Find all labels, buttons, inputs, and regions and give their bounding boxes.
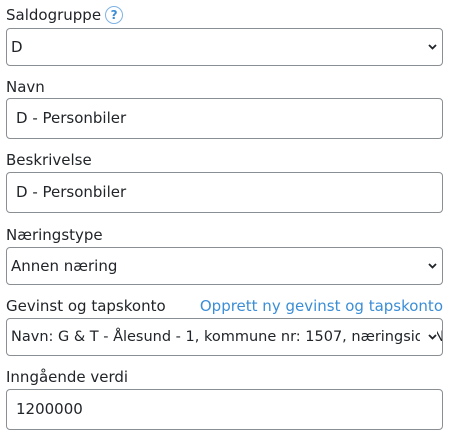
saldogruppe-label-text: Saldogruppe [6, 6, 102, 24]
naeringstype-label: Næringstype [6, 226, 103, 244]
help-icon[interactable]: ? [105, 6, 124, 24]
navn-label: Navn [6, 78, 45, 96]
inngaende-input[interactable]: 1200000 [6, 389, 443, 430]
chevron-down-icon [428, 263, 437, 269]
chevron-down-icon [428, 334, 437, 340]
gevinst-label: Gevinst og tapskonto [6, 297, 166, 315]
chevron-down-icon [428, 44, 437, 50]
create-gevinst-link[interactable]: Opprett ny gevinst og tapskonto [200, 296, 443, 316]
saldogruppe-select-value: D [11, 38, 23, 56]
saldogruppe-select[interactable]: D [6, 28, 443, 66]
inngaende-label: Inngående verdi [6, 368, 129, 386]
naeringstype-select-value: Annen næring [11, 257, 118, 275]
gevinst-select[interactable]: Navn: G & T - Ålesund - 1, kommune nr: 1… [6, 318, 443, 356]
saldogruppe-label: Saldogruppe? [6, 5, 124, 25]
beskrivelse-label: Beskrivelse [6, 151, 92, 169]
navn-input[interactable]: D - Personbiler [6, 98, 443, 139]
beskrivelse-input[interactable]: D - Personbiler [6, 172, 443, 213]
gevinst-select-value: Navn: G & T - Ålesund - 1, kommune nr: 1… [11, 329, 443, 345]
naeringstype-select[interactable]: Annen næring [6, 247, 443, 285]
